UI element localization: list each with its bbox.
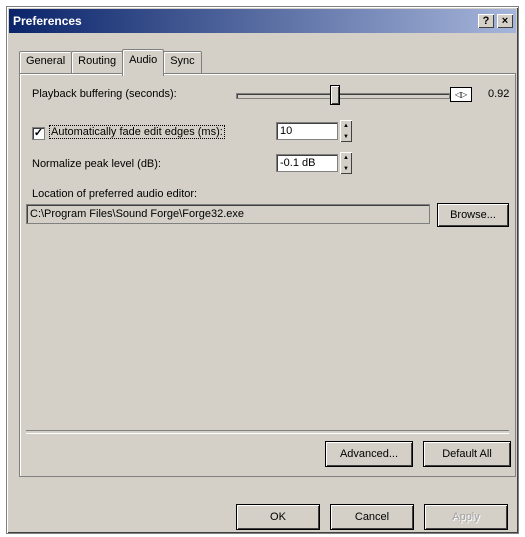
spin-down-icon[interactable]: ▼	[343, 166, 349, 172]
tab-strip: General Routing Audio Sync	[19, 49, 202, 76]
panel-divider	[26, 430, 509, 434]
normalize-peak-spinner[interactable]: ▲ ▼	[340, 152, 352, 174]
meter-icon: ◁▷	[450, 87, 472, 102]
close-button[interactable]: ×	[497, 14, 513, 28]
advanced-button[interactable]: Advanced...	[326, 442, 412, 466]
slider-thumb[interactable]	[330, 85, 340, 105]
apply-button[interactable]: Apply	[425, 505, 507, 529]
playback-buffering-slider[interactable]	[236, 85, 450, 105]
normalize-peak-label: Normalize peak level (dB):	[32, 158, 161, 170]
editor-path-field[interactable]: C:\Program Files\Sound Forge\Forge32.exe	[26, 204, 430, 224]
spin-down-icon[interactable]: ▼	[343, 134, 349, 140]
ok-button[interactable]: OK	[237, 505, 319, 529]
default-all-button[interactable]: Default All	[424, 442, 510, 466]
auto-fade-checkbox[interactable]: ✓	[32, 127, 45, 140]
spin-up-icon[interactable]: ▲	[343, 155, 349, 161]
tab-routing[interactable]: Routing	[71, 51, 124, 73]
tab-audio[interactable]: Audio	[122, 49, 165, 76]
help-button[interactable]: ?	[478, 14, 494, 28]
auto-fade-spinner[interactable]: ▲ ▼	[340, 120, 352, 142]
audio-tab-panel: Playback buffering (seconds): ◁▷ 0.92 ✓ …	[19, 73, 516, 477]
tab-sync[interactable]: Sync	[163, 51, 202, 73]
playback-buffering-value: 0.92	[488, 88, 510, 100]
window-title: Preferences	[13, 14, 82, 28]
auto-fade-label: Automatically fade edit edges (ms):	[49, 125, 225, 139]
browse-button[interactable]: Browse...	[438, 204, 508, 226]
preferences-dialog: Preferences ? × General Routing Audio Sy…	[6, 6, 519, 534]
editor-location-label: Location of preferred audio editor:	[32, 188, 198, 200]
cancel-button[interactable]: Cancel	[331, 505, 413, 529]
tab-general[interactable]: General	[19, 51, 73, 73]
spin-up-icon[interactable]: ▲	[343, 123, 349, 129]
playback-buffering-label: Playback buffering (seconds):	[32, 88, 177, 100]
auto-fade-input[interactable]: 10	[276, 122, 338, 140]
title-bar: Preferences ? ×	[9, 9, 516, 33]
normalize-peak-input[interactable]: -0.1 dB	[276, 154, 338, 172]
